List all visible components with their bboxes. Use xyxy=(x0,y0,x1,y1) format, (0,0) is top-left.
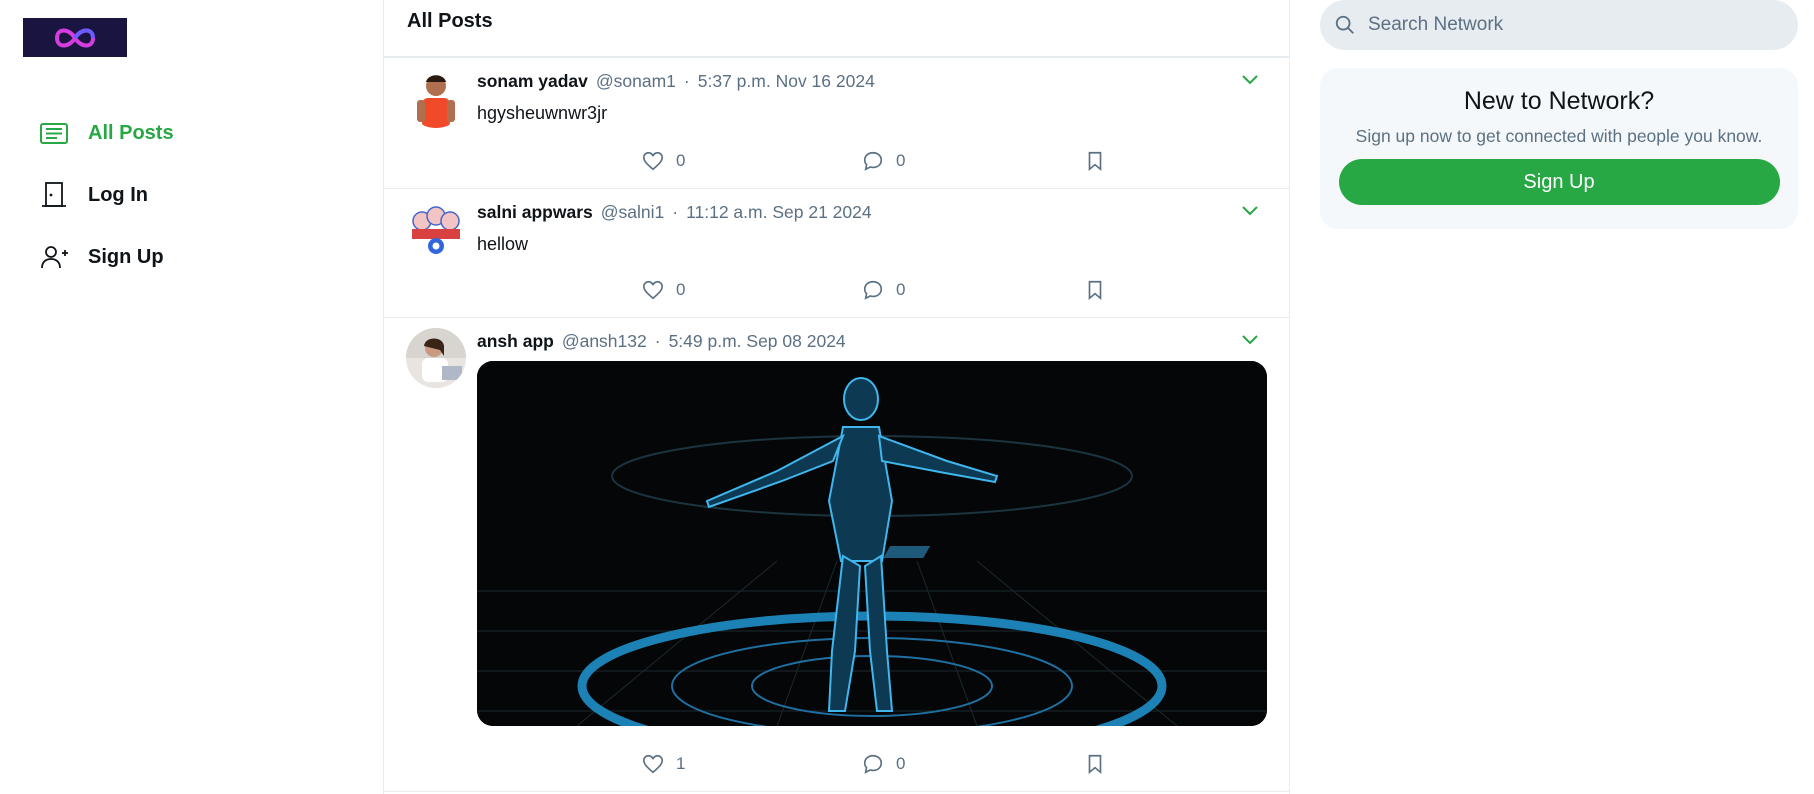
author-name[interactable]: sonam yadav xyxy=(477,71,588,91)
card-subtitle: Sign up now to get connected with people… xyxy=(1355,126,1763,146)
chevron-down-icon[interactable] xyxy=(1241,74,1259,86)
comment-icon xyxy=(863,151,883,171)
sidebar-item-all-posts[interactable]: All Posts xyxy=(38,102,174,164)
post-header: sonam yadav @sonam1 · 5:37 p.m. Nov 16 2024 xyxy=(477,69,1267,93)
post-header: ansh app @ansh132 · 5:49 p.m. Sep 08 2024 xyxy=(477,329,1267,353)
separator-dot: · xyxy=(683,71,690,91)
heart-icon xyxy=(643,151,663,171)
sidebar: All Posts Log In Sign Up xyxy=(0,0,383,794)
post-timestamp: 5:37 p.m. Nov 16 2024 xyxy=(697,71,875,91)
post-actions: 0 0 xyxy=(642,150,1118,172)
bookmark-button[interactable] xyxy=(1084,150,1118,172)
post-text: hgysheuwnwr3jr xyxy=(477,103,608,123)
comment-button[interactable]: 0 xyxy=(862,150,1084,172)
door-icon xyxy=(38,179,70,211)
sidebar-item-log-in[interactable]: Log In xyxy=(38,164,174,226)
sidebar-item-label: Log In xyxy=(88,183,148,206)
sign-up-button[interactable]: Sign Up xyxy=(1338,159,1780,205)
bookmark-icon xyxy=(1088,280,1102,301)
heart-icon xyxy=(643,280,663,300)
sidebar-nav: All Posts Log In Sign Up xyxy=(38,102,174,288)
bookmark-button[interactable] xyxy=(1084,753,1118,775)
like-count: 0 xyxy=(676,280,686,299)
bookmark-button[interactable] xyxy=(1084,279,1118,301)
heart-icon xyxy=(643,754,663,774)
comment-button[interactable]: 0 xyxy=(862,753,1084,775)
search-bar[interactable] xyxy=(1320,0,1798,50)
sidebar-item-label: Sign Up xyxy=(88,245,164,268)
comment-icon xyxy=(863,754,883,774)
search-input[interactable] xyxy=(1368,14,1768,36)
separator-dot: · xyxy=(654,331,661,351)
like-button[interactable]: 0 xyxy=(642,150,862,172)
post-timestamp: 5:49 p.m. Sep 08 2024 xyxy=(668,331,846,351)
avatar[interactable] xyxy=(406,328,466,388)
comment-count: 0 xyxy=(896,754,906,773)
avatar[interactable] xyxy=(406,199,466,259)
chevron-down-icon[interactable] xyxy=(1241,205,1259,217)
feed-icon xyxy=(38,117,70,149)
post-image[interactable] xyxy=(477,361,1267,726)
author-name[interactable]: ansh app xyxy=(477,331,554,351)
post-header: salni appwars @salni1 · 11:12 a.m. Sep 21 2… xyxy=(477,200,1267,224)
app-logo[interactable] xyxy=(23,18,127,57)
post-timestamp: 11:12 a.m. Sep 21 2024 xyxy=(686,202,872,222)
infinity-logo-icon xyxy=(54,28,96,47)
post[interactable]: sonam yadav @sonam1 · 5:37 p.m. Nov 16 2024… xyxy=(384,58,1289,189)
like-count: 1 xyxy=(676,754,686,773)
bookmark-icon xyxy=(1088,151,1102,172)
like-button[interactable]: 1 xyxy=(642,753,862,775)
sidebar-item-label: All Posts xyxy=(88,121,174,144)
post[interactable]: ansh app @ansh132 · 5:49 p.m. Sep 08 2024 xyxy=(384,318,1289,792)
author-handle[interactable]: @ansh132 xyxy=(562,331,647,351)
separator-dot: · xyxy=(672,202,679,222)
post-text: hellow xyxy=(477,234,529,254)
post[interactable]: salni appwars @salni1 · 11:12 a.m. Sep 21 2… xyxy=(384,189,1289,318)
card-title: New to Network? xyxy=(1463,87,1655,115)
like-button[interactable]: 0 xyxy=(642,279,862,301)
user-plus-icon xyxy=(38,241,70,273)
post-actions: 0 0 xyxy=(642,279,1118,301)
sidebar-item-sign-up[interactable]: Sign Up xyxy=(38,226,174,288)
comment-count: 0 xyxy=(896,280,906,299)
feed: All Posts sonam yadav @sonam1 · 5:37 p.m. N… xyxy=(383,0,1290,794)
author-handle[interactable]: @sonam1 xyxy=(596,71,676,91)
hologram-figure-image xyxy=(477,361,1267,726)
post-actions: 1 0 xyxy=(642,753,1118,775)
bookmark-icon xyxy=(1088,754,1102,775)
comment-button[interactable]: 0 xyxy=(862,279,1084,301)
chevron-down-icon[interactable] xyxy=(1241,334,1259,346)
author-handle[interactable]: @salni1 xyxy=(601,202,665,222)
avatar[interactable] xyxy=(406,68,466,128)
signup-card: New to Network? Sign up now to get conne… xyxy=(1320,68,1798,229)
author-name[interactable]: salni appwars xyxy=(477,202,593,222)
comment-count: 0 xyxy=(896,151,906,170)
search-icon xyxy=(1335,15,1354,34)
comment-icon xyxy=(863,280,883,300)
page-title: All Posts xyxy=(384,0,1289,58)
like-count: 0 xyxy=(676,151,686,170)
